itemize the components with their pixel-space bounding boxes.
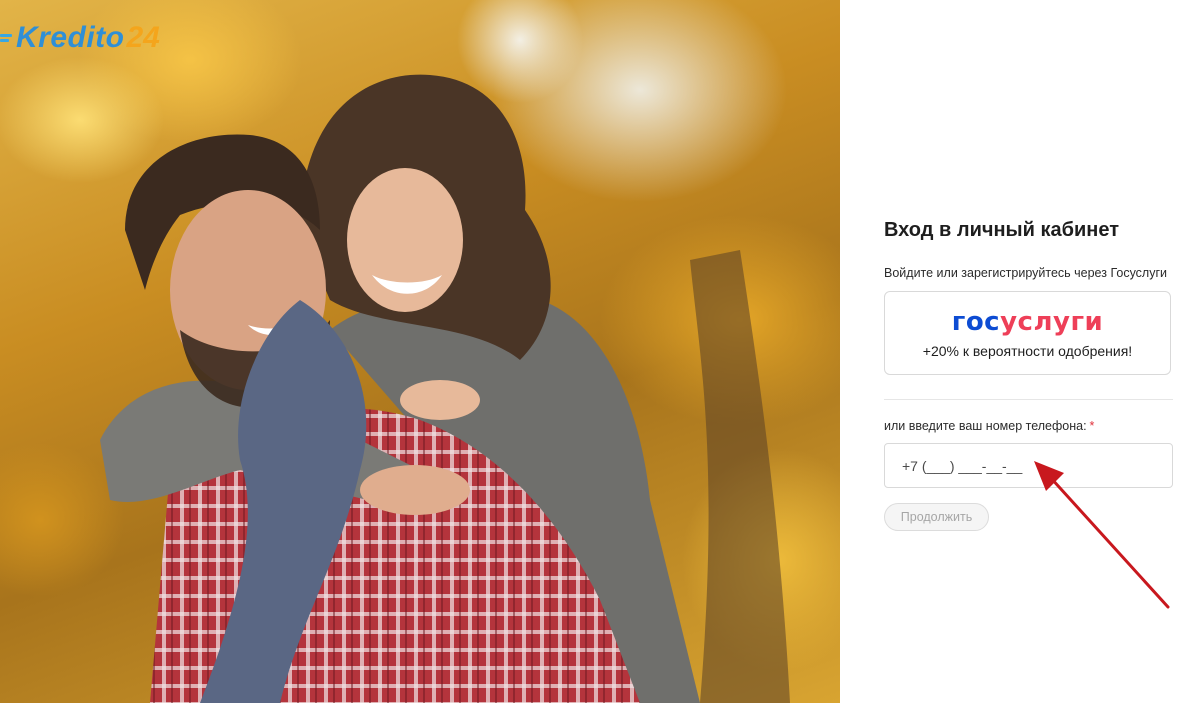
logo-text: Kredito	[16, 21, 125, 54]
hero-photo: Kredito 24	[0, 0, 840, 703]
gosuslugi-bonus-text: +20% к вероятности одобрения!	[922, 343, 1133, 359]
continue-button[interactable]: Продолжить	[884, 503, 989, 531]
brand-logo[interactable]: Kredito 24	[0, 18, 160, 58]
speed-lines-icon	[0, 31, 14, 45]
phone-label-text: или введите ваш номер телефона:	[884, 419, 1087, 433]
gosuslugi-hint: Войдите или зарегистрируйтесь через Госу…	[884, 266, 1168, 280]
required-mark: *	[1089, 419, 1095, 433]
phone-label: или введите ваш номер телефона: *	[884, 419, 1184, 433]
logo-number: 24	[126, 21, 160, 54]
red-arrow-icon	[1034, 461, 1170, 609]
gosuslugi-logo: госуслуги	[885, 307, 1170, 337]
page-title: Вход в личный кабинет	[884, 219, 1119, 241]
divider	[884, 399, 1173, 400]
couple-illustration	[100, 74, 790, 703]
gosuslugi-logo-part2: услуги	[1000, 307, 1104, 337]
gosuslugi-login-button[interactable]: госуслуги +20% к вероятности одобрения!	[884, 291, 1171, 375]
gosuslugi-logo-part1: гос	[951, 307, 1001, 337]
